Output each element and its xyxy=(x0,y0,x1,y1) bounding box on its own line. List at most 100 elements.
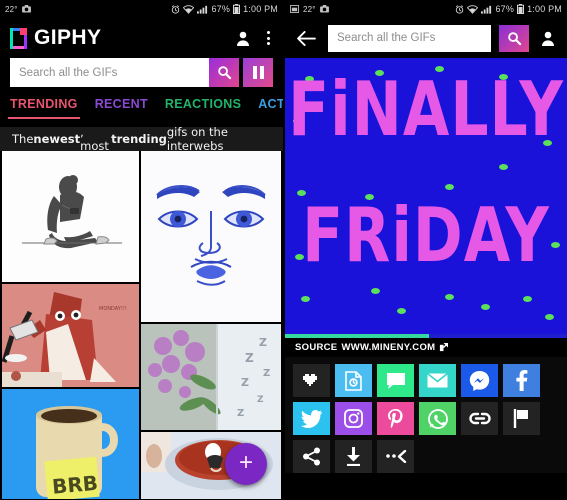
profile-icon[interactable] xyxy=(235,30,251,47)
whatsapp-tile[interactable] xyxy=(419,402,456,435)
back-arrow-icon[interactable] xyxy=(293,30,320,46)
tab-trending[interactable]: TRENDING xyxy=(8,97,80,119)
share-sheet xyxy=(285,357,567,473)
flag-icon xyxy=(513,409,528,428)
share-nodes-icon xyxy=(303,447,320,466)
gif-progress-bar[interactable] xyxy=(285,334,567,338)
share-row xyxy=(293,440,559,473)
status-temperature: 22° xyxy=(5,4,18,14)
battery-percent: 67% xyxy=(495,4,515,14)
plus-icon: + xyxy=(238,449,253,476)
giphy-logo: GIPHY xyxy=(10,26,101,50)
whatsapp-icon xyxy=(427,408,448,429)
document-save-icon xyxy=(345,370,362,391)
tab-actions[interactable]: ACTIO xyxy=(258,97,283,119)
trending-banner: The newest, most trending gifs on the in… xyxy=(0,125,283,153)
twitter-tile[interactable] xyxy=(293,402,330,435)
instagram-tile[interactable] xyxy=(335,402,372,435)
banner-bold-trending: trending xyxy=(111,132,167,146)
more-tile[interactable] xyxy=(377,440,414,473)
email-tile[interactable] xyxy=(419,364,456,397)
tab-reactions[interactable]: REACTIONS xyxy=(165,97,241,119)
gif-text-line-1: FiNALLY xyxy=(288,66,564,154)
create-gif-fab[interactable]: + xyxy=(225,443,267,485)
source-label: SOURCE xyxy=(295,342,338,353)
svg-text:BRB: BRB xyxy=(51,470,99,498)
svg-text:Z: Z xyxy=(245,351,254,365)
giphy-logo-icon xyxy=(10,27,27,49)
category-tabs: TRENDING RECENT REACTIONS ACTIO xyxy=(0,97,283,127)
detail-app-bar: Search all the GIFs xyxy=(285,18,567,58)
source-url[interactable]: WWW.MINENY.COM xyxy=(341,342,435,353)
tab-label: REACTIONS xyxy=(164,97,242,111)
gif-card-brb-coffee-mug[interactable]: BRB xyxy=(2,388,139,499)
share-tile[interactable] xyxy=(293,440,330,473)
share-row xyxy=(293,364,559,397)
pixel-heart-icon xyxy=(302,374,317,386)
battery-percent: 67% xyxy=(211,4,231,14)
alarm-icon xyxy=(171,4,180,14)
instagram-icon xyxy=(344,409,363,428)
battery-icon xyxy=(233,4,241,14)
gif-card-blue-pen-face[interactable] xyxy=(141,151,281,322)
gif-card-sketch-sitting[interactable] xyxy=(2,151,139,283)
right-phone-screen: 22° 67% 1:00 PM Search all the GIFs FiNA… xyxy=(285,0,567,500)
facebook-tile[interactable] xyxy=(503,364,540,397)
gif-card-red-fox[interactable]: MONDAY!!! xyxy=(2,284,139,387)
search-input[interactable]: Search all the GIFs xyxy=(328,24,491,52)
chat-bubble-icon xyxy=(386,372,405,389)
search-button[interactable] xyxy=(499,24,529,52)
signal-icon xyxy=(481,5,492,14)
messenger-icon xyxy=(469,371,490,391)
search-input[interactable]: Search all the GIFs xyxy=(10,58,209,87)
message-tile[interactable] xyxy=(377,364,414,397)
bottom-strip xyxy=(285,478,567,492)
wifi-icon xyxy=(183,4,195,14)
report-tile[interactable] xyxy=(503,402,540,435)
search-icon xyxy=(507,31,521,45)
dual-screenshot: 22° 67% 1:00 PM GIPHY Search all the GIF… xyxy=(0,0,567,500)
svg-text:MONDAY!!!: MONDAY!!! xyxy=(99,306,127,312)
search-icon xyxy=(217,66,231,80)
tab-label: ACTIO xyxy=(258,97,283,111)
banner-text: , most xyxy=(80,125,109,153)
download-icon xyxy=(347,447,360,466)
status-time: 1:00 PM xyxy=(527,4,562,14)
gif-detail-view[interactable]: FiNALLY FRiDAY xyxy=(285,58,567,338)
camera-icon xyxy=(319,5,329,13)
copylink-tile[interactable] xyxy=(461,402,498,435)
search-row: Search all the GIFs xyxy=(0,58,283,97)
status-time: 1:00 PM xyxy=(243,4,278,14)
pause-button[interactable] xyxy=(243,58,273,87)
gif-progress-fill xyxy=(285,334,429,338)
svg-text:Z: Z xyxy=(241,376,249,389)
tab-recent[interactable]: RECENT xyxy=(95,97,148,119)
search-button[interactable] xyxy=(209,58,239,87)
status-bar: 22° 67% 1:00 PM xyxy=(285,0,567,18)
profile-icon[interactable] xyxy=(537,30,559,47)
messenger-tile[interactable] xyxy=(461,364,498,397)
gif-text-line-2: FRiDAY xyxy=(302,192,550,280)
svg-text:Z: Z xyxy=(257,395,264,405)
download-tile[interactable] xyxy=(335,440,372,473)
tab-label: RECENT xyxy=(94,97,148,111)
overflow-menu-icon[interactable] xyxy=(264,29,273,47)
banner-bold-newest: newest xyxy=(33,132,81,146)
pinterest-tile[interactable] xyxy=(377,402,414,435)
app-bar: GIPHY xyxy=(0,18,283,58)
svg-text:Z: Z xyxy=(259,336,267,349)
external-link-icon xyxy=(439,343,449,352)
alarm-icon xyxy=(455,4,464,14)
favorite-tile[interactable] xyxy=(293,364,330,397)
gif-source-row[interactable]: SOURCE WWW.MINENY.COM xyxy=(285,338,567,357)
status-temperature: 22° xyxy=(303,4,316,14)
envelope-icon xyxy=(427,373,448,388)
wifi-icon xyxy=(467,4,479,14)
tab-label: TRENDING xyxy=(10,97,78,111)
saveto-tile[interactable] xyxy=(335,364,372,397)
pinterest-icon xyxy=(388,408,403,428)
left-phone-screen: 22° 67% 1:00 PM GIPHY Search all the GIF… xyxy=(0,0,283,500)
svg-text:Z: Z xyxy=(237,408,244,419)
gif-card-flowers-sleep[interactable]: Z Z Z Z Z Z xyxy=(141,324,281,431)
signal-icon xyxy=(197,5,208,14)
